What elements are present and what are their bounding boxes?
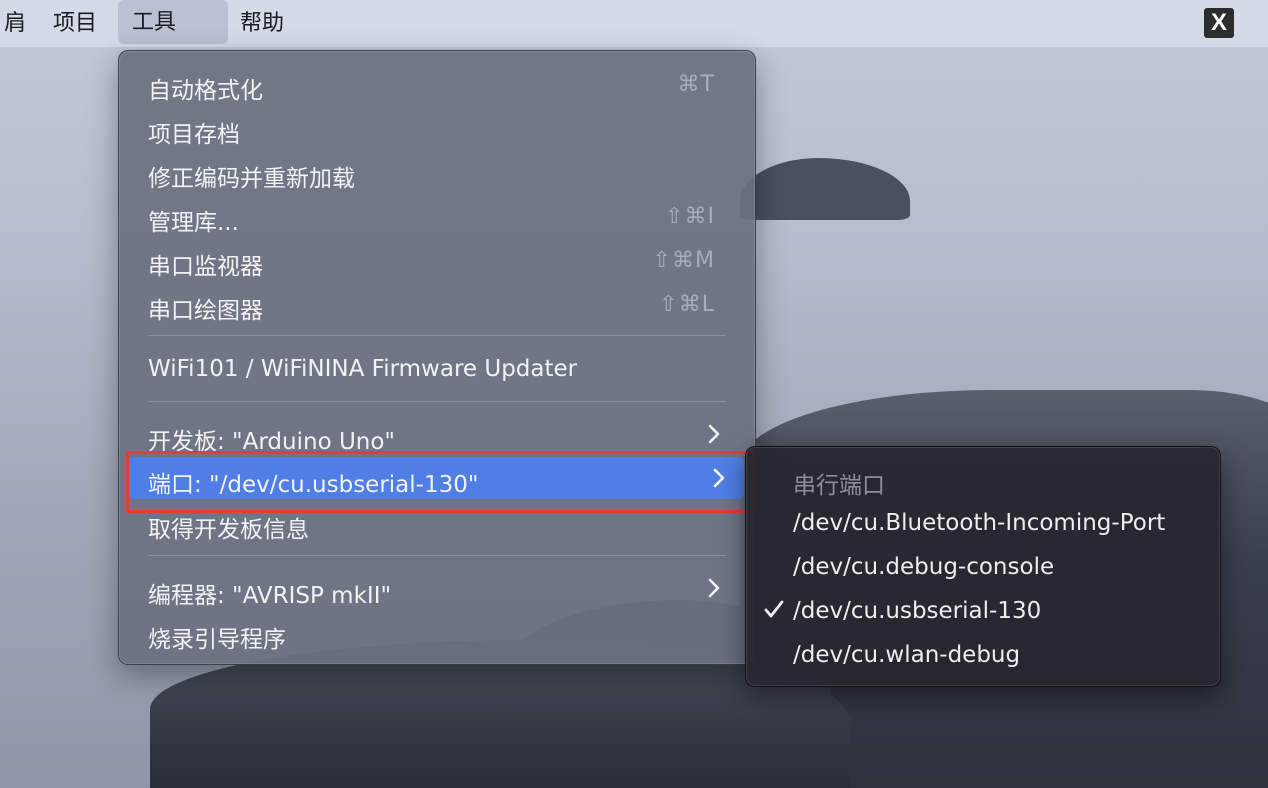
port-option-usbserial[interactable]: /dev/cu.usbserial-130 (746, 591, 1220, 631)
menubar-item-help[interactable]: 帮助 (226, 0, 298, 47)
menu-item-shortcut: ⌘T (677, 72, 715, 97)
menubar-item-project[interactable]: 项目 (39, 0, 111, 47)
menu-item-label: 项目存档 (148, 122, 240, 148)
menu-item-label: 管理库... (148, 210, 239, 236)
menu-item-label: 串口绘图器 (148, 298, 263, 324)
chevron-right-icon (708, 578, 720, 598)
chevron-right-icon (708, 424, 720, 444)
port-option-label: /dev/cu.debug-console (793, 554, 1055, 580)
menu-item-label: 自动格式化 (148, 78, 263, 104)
menu-item-firmware-updater[interactable]: WiFi101 / WiFiNINA Firmware Updater (131, 349, 743, 389)
menu-item-shortcut: ⇧⌘M (652, 248, 715, 273)
menu-item-fix-encoding[interactable]: 修正编码并重新加载 (131, 152, 743, 192)
menu-item-programmer[interactable]: 编程器: "AVRISP mkII" (131, 569, 743, 609)
port-option-wlan-debug[interactable]: /dev/cu.wlan-debug (746, 635, 1220, 675)
menu-separator (148, 555, 726, 556)
menu-item-burn-bootloader[interactable]: 烧录引导程序 (131, 613, 743, 653)
checkmark-icon (764, 600, 784, 618)
menu-item-shortcut: ⇧⌘L (659, 292, 715, 317)
menu-item-board[interactable]: 开发板: "Arduino Uno" (131, 415, 743, 455)
submenu-header-label: 串行端口 (793, 473, 885, 499)
port-option-bluetooth[interactable]: /dev/cu.Bluetooth-Incoming-Port (746, 503, 1220, 543)
menu-separator (148, 401, 726, 402)
menu-item-serial-monitor[interactable]: 串口监视器 ⇧⌘M (131, 240, 743, 280)
menu-bar: 肩 项目 工具 帮助 X (0, 0, 1268, 48)
port-option-label: /dev/cu.Bluetooth-Incoming-Port (793, 510, 1166, 536)
menu-item-manage-libraries[interactable]: 管理库... ⇧⌘I (131, 196, 743, 236)
port-submenu: 串行端口 /dev/cu.Bluetooth-Incoming-Port /de… (745, 446, 1221, 687)
menu-item-label: WiFi101 / WiFiNINA Firmware Updater (148, 356, 578, 382)
tools-menu: 自动格式化 ⌘T 项目存档 修正编码并重新加载 管理库... ⇧⌘I 串口监视器… (118, 50, 756, 665)
submenu-header-serial-ports: 串行端口 (746, 459, 1220, 499)
menu-item-archive-sketch[interactable]: 项目存档 (131, 108, 743, 148)
port-option-label: /dev/cu.wlan-debug (793, 642, 1021, 668)
menu-item-label: 烧录引导程序 (148, 627, 286, 653)
menu-item-label: 串口监视器 (148, 254, 263, 280)
menu-item-label: 修正编码并重新加载 (148, 166, 355, 192)
app-status-icon[interactable]: X (1204, 8, 1234, 38)
menu-item-label: 取得开发板信息 (148, 517, 309, 543)
port-option-debug-console[interactable]: /dev/cu.debug-console (746, 547, 1220, 587)
port-option-label: /dev/cu.usbserial-130 (793, 598, 1042, 624)
menubar-item-tools[interactable]: 工具 (118, 0, 228, 44)
annotation-highlight-box (126, 451, 754, 513)
wallpaper-rock (740, 158, 910, 220)
menu-item-serial-plotter[interactable]: 串口绘图器 ⇧⌘L (131, 284, 743, 324)
menu-separator (148, 335, 726, 336)
menu-item-label: 编程器: "AVRISP mkII" (148, 583, 392, 609)
menu-item-auto-format[interactable]: 自动格式化 ⌘T (131, 64, 743, 104)
menu-item-shortcut: ⇧⌘I (665, 204, 715, 229)
menubar-item-partial[interactable]: 肩 (0, 0, 40, 47)
